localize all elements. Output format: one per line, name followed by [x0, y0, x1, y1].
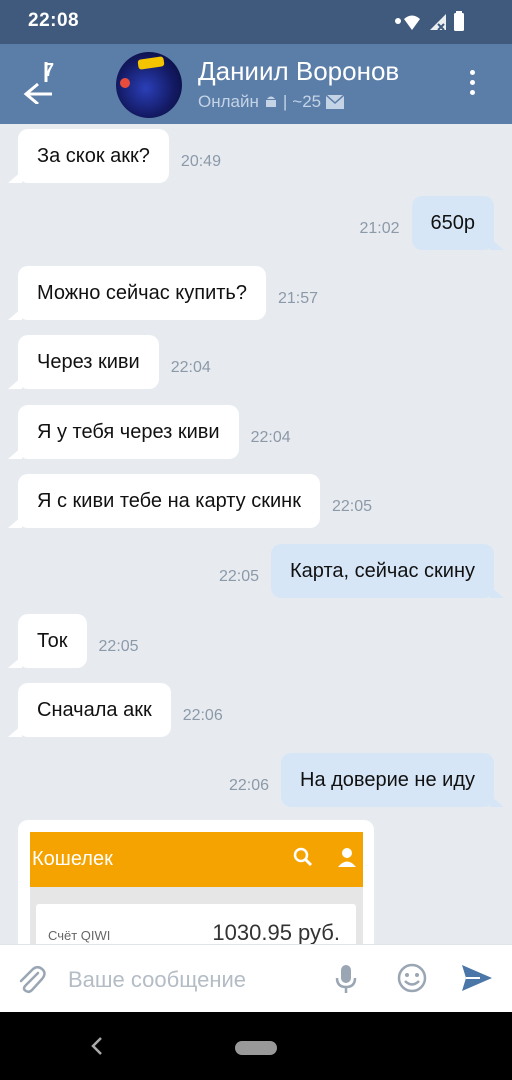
- microphone-icon[interactable]: [334, 963, 358, 995]
- message-incoming[interactable]: Через киви 22:04: [8, 335, 211, 389]
- back-badge: 7: [44, 60, 54, 80]
- message-text: Ток: [8, 614, 87, 668]
- notification-dot-icon: [395, 18, 401, 24]
- profile-icon: [338, 848, 356, 867]
- message-text: Сначала акк: [8, 683, 171, 737]
- message-incoming[interactable]: Можно сейчас купить? 21:57: [8, 266, 319, 320]
- message-incoming[interactable]: За скок акк? 20:49: [8, 129, 221, 183]
- system-nav-bar: [0, 1012, 512, 1080]
- message-incoming[interactable]: Я у тебя через киви 22:04: [8, 405, 291, 459]
- separator: |: [282, 92, 288, 111]
- chat-header: 7 Даниил Воронов Онлайн | ~25: [0, 44, 512, 124]
- battery-icon: [454, 13, 464, 31]
- message-time: 22:05: [218, 568, 259, 585]
- search-icon: [293, 847, 313, 867]
- message-text: Карта, сейчас скину: [271, 544, 504, 598]
- qiwi-header: Кошелек: [30, 832, 363, 887]
- message-incoming[interactable]: Я с киви тебе на карту скинк 22:05: [8, 474, 373, 528]
- message-text: Через киви: [8, 335, 159, 389]
- status-bar: 22:08: [0, 0, 512, 44]
- send-icon[interactable]: [460, 963, 494, 993]
- message-outgoing[interactable]: 21:02 650р: [359, 196, 504, 250]
- message-text: Я у тебя через киви: [8, 405, 239, 459]
- image-attachment[interactable]: Кошелек Счёт QIWI 1030.95 руб.: [18, 820, 374, 944]
- status-time: 22:08: [28, 10, 80, 31]
- home-pill[interactable]: [235, 1041, 277, 1055]
- wallet-title: Кошелек: [32, 848, 113, 870]
- online-label: Онлайн: [198, 92, 259, 111]
- online-status: Онлайн | ~25: [198, 92, 345, 112]
- message-time: 21:57: [277, 290, 319, 307]
- contact-name[interactable]: Даниил Воронов: [198, 56, 399, 87]
- message-input[interactable]: Ваше сообщение: [68, 967, 246, 993]
- signal-icon: [430, 14, 446, 30]
- message-text: Я с киви тебе на карту скинк: [8, 474, 320, 528]
- message-time: 22:05: [98, 638, 139, 655]
- composer: Ваше сообщение: [0, 944, 512, 1013]
- message-text: На доверие не иду: [281, 753, 504, 807]
- message-time: 21:02: [359, 220, 400, 237]
- message-text: За скок акк?: [8, 129, 169, 183]
- android-icon: [265, 96, 276, 107]
- status-icons: [404, 11, 464, 31]
- qiwi-screenshot[interactable]: Кошелек Счёт QIWI 1030.95 руб.: [30, 832, 363, 944]
- balance-value: 1030.95 руб.: [212, 920, 340, 944]
- message-outgoing[interactable]: 22:06 На доверие не иду: [228, 753, 504, 807]
- message-time: 22:04: [250, 429, 291, 446]
- more-menu-button[interactable]: [462, 70, 482, 100]
- account-label: Счёт QIWI: [48, 928, 111, 943]
- message-time: 22:06: [182, 707, 223, 724]
- nav-back-icon[interactable]: [90, 1036, 104, 1056]
- back-button[interactable]: 7: [22, 54, 68, 104]
- emoji-icon[interactable]: [396, 962, 428, 994]
- message-list[interactable]: За скок акк? 20:49 21:02 650р Можно сейч…: [0, 124, 512, 944]
- envelope-icon: [326, 95, 345, 109]
- avatar[interactable]: [116, 52, 182, 118]
- message-time: 22:05: [331, 498, 373, 515]
- message-time: 22:04: [170, 359, 211, 376]
- message-text: Можно сейчас купить?: [8, 266, 266, 320]
- account-card: Счёт QIWI 1030.95 руб.: [36, 904, 356, 944]
- message-time: 20:49: [180, 153, 221, 170]
- message-text: 650р: [411, 196, 504, 250]
- message-count: ~25: [292, 92, 322, 111]
- wifi-icon: [404, 15, 420, 30]
- attach-icon[interactable]: [16, 963, 46, 995]
- message-outgoing[interactable]: 22:05 Карта, сейчас скину: [218, 544, 504, 598]
- message-incoming[interactable]: Сначала акк 22:06: [8, 683, 223, 737]
- message-time: 22:06: [228, 777, 270, 794]
- message-incoming[interactable]: Ток 22:05: [8, 614, 139, 668]
